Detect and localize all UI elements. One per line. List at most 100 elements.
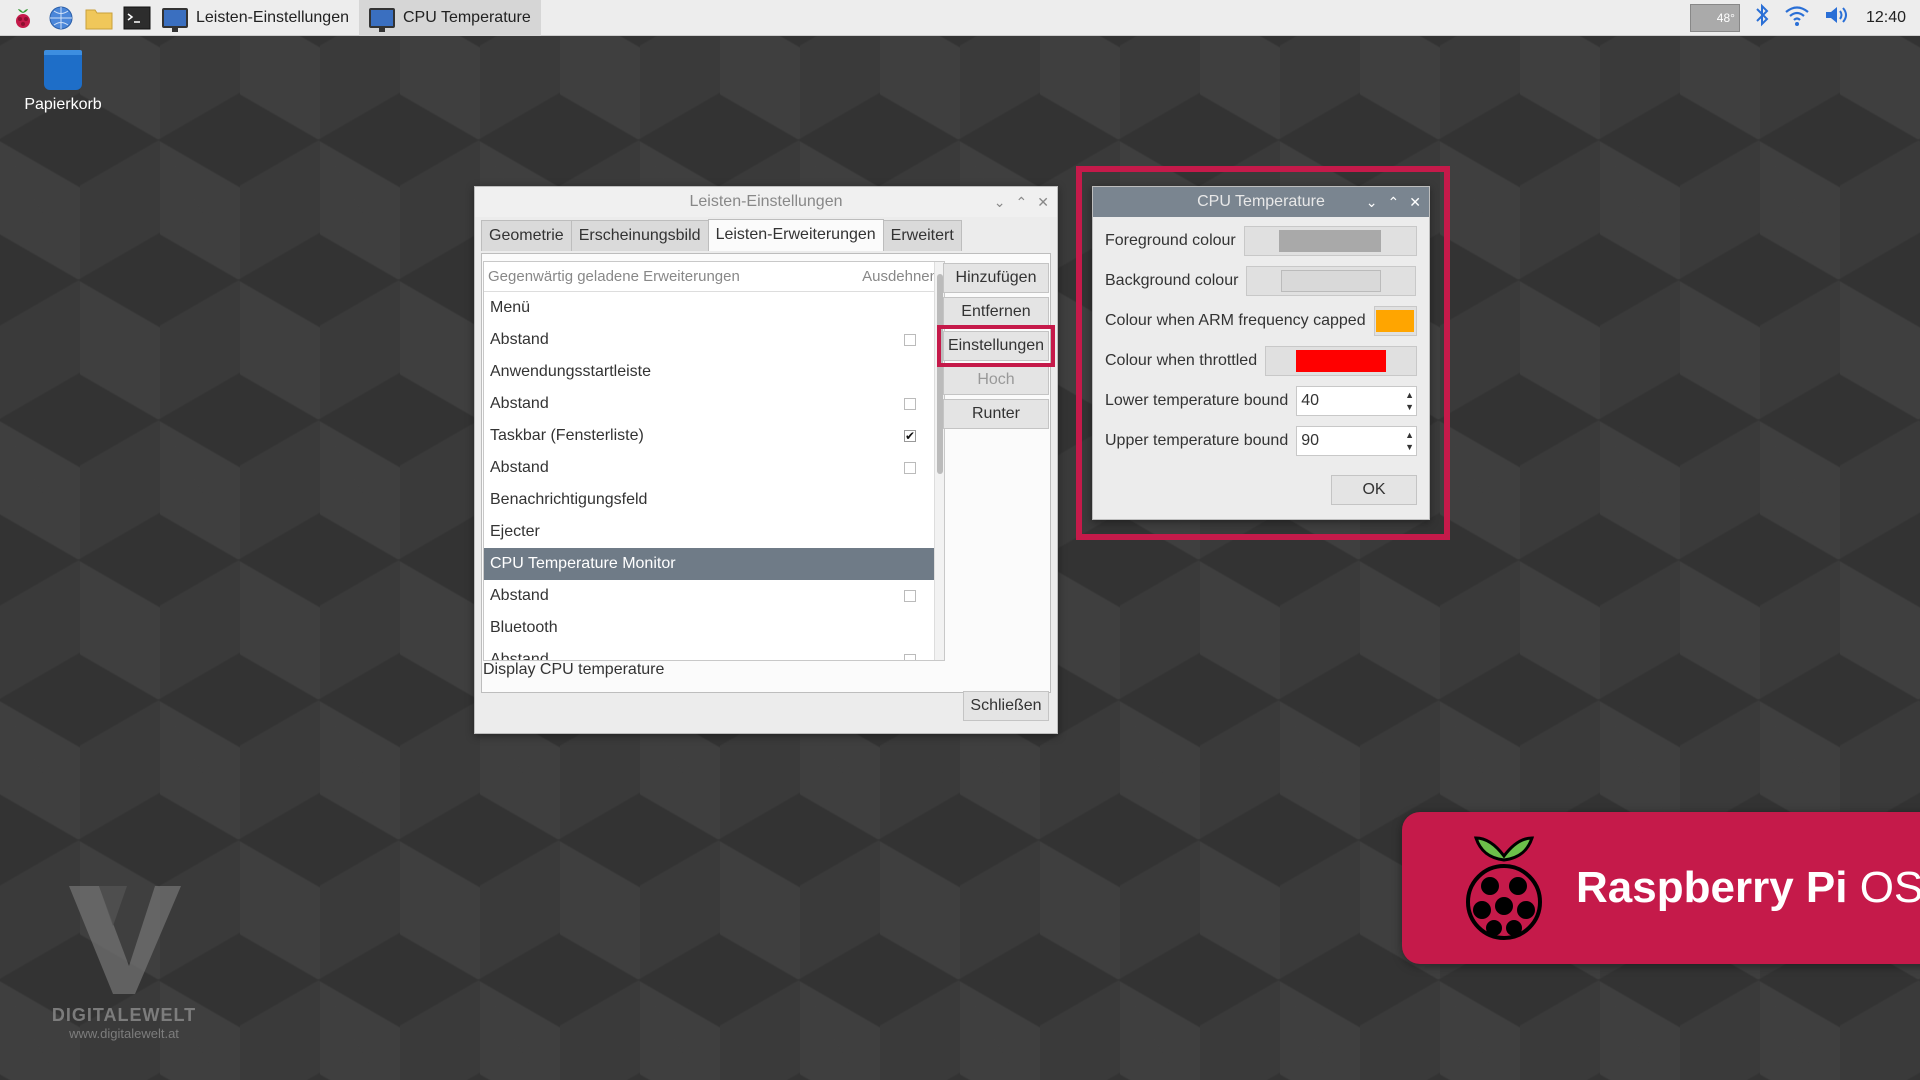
lower-bound-row: Lower temperature bound 40 ▲ ▼	[1093, 381, 1429, 421]
minimize-icon[interactable]: ⌄	[994, 194, 1006, 211]
lower-bound-value: 40	[1301, 392, 1320, 409]
window-title: Leisten-Einstellungen	[689, 193, 843, 210]
file-manager-icon[interactable]	[84, 3, 114, 33]
upper-bound-label: Upper temperature bound	[1105, 432, 1289, 449]
list-item-label: Abstand	[490, 587, 549, 604]
foreground-colour-swatch	[1279, 230, 1382, 252]
tab-bar: Geometrie Erscheinungsbild Leisten-Erwei…	[475, 219, 1057, 251]
raspberry-pi-os-badge: Raspberry Pi OS	[1402, 812, 1920, 964]
spin-arrows-icon[interactable]: ▲ ▼	[1405, 389, 1414, 413]
foreground-colour-label: Foreground colour	[1105, 232, 1236, 249]
foreground-colour-row: Foreground colour	[1093, 221, 1429, 261]
checkbox-checked[interactable]: ✔	[904, 429, 916, 443]
list-item-label: Abstand	[490, 331, 549, 348]
settings-button[interactable]: Einstellungen	[937, 325, 1055, 367]
up-button[interactable]: Hoch	[943, 365, 1049, 395]
terminal-icon[interactable]	[122, 3, 152, 33]
task-cpu-temperature[interactable]: CPU Temperature	[359, 0, 541, 36]
tab-leisten-erweiterungen[interactable]: Leisten-Erweiterungen	[707, 219, 884, 251]
close-icon[interactable]: ✕	[1409, 194, 1421, 211]
foreground-colour-button[interactable]	[1243, 226, 1417, 256]
arm-capped-colour-swatch	[1376, 310, 1415, 332]
list-item[interactable]: Abstand	[484, 388, 944, 420]
throttled-colour-row: Colour when throttled	[1093, 341, 1429, 381]
spin-arrows-icon[interactable]: ▲ ▼	[1405, 429, 1414, 453]
list-item-label: Menü	[490, 299, 531, 316]
checkbox-unchecked[interactable]	[904, 334, 916, 346]
background-colour-button[interactable]	[1246, 266, 1417, 296]
task-leisten-einstellungen[interactable]: Leisten-Einstellungen	[152, 0, 359, 36]
maximize-icon[interactable]: ⌃	[1016, 194, 1028, 211]
raspberry-pi-logo-icon	[1466, 836, 1542, 940]
list-item[interactable]: Benachrichtigungsfeld	[484, 484, 944, 516]
checkbox-unchecked[interactable]	[904, 654, 916, 660]
panel-settings-window: Leisten-Einstellungen ⌄ ⌃ ✕ Geometrie Er…	[474, 186, 1058, 734]
arm-capped-colour-row: Colour when ARM frequency capped	[1093, 301, 1429, 341]
checkbox-unchecked[interactable]	[904, 398, 916, 410]
trash-label: Papierkorb	[24, 96, 102, 113]
tab-geometrie[interactable]: Geometrie	[481, 220, 572, 251]
list-item[interactable]: Abstand	[484, 580, 944, 612]
task-label: CPU Temperature	[403, 8, 531, 26]
digitalewelt-logo-icon	[69, 886, 181, 994]
list-item[interactable]: Menü	[484, 292, 944, 324]
clock[interactable]: 12:40	[1866, 9, 1906, 27]
minimize-icon[interactable]: ⌄	[1366, 194, 1378, 211]
list-item[interactable]: Bluetooth	[484, 612, 944, 644]
digitalewelt-watermark: DIGITALEWELT www.digitalewelt.at	[44, 880, 204, 1041]
add-button[interactable]: Hinzufügen	[943, 263, 1049, 293]
close-icon[interactable]: ✕	[1037, 194, 1049, 211]
list-item-label: Abstand	[490, 395, 549, 412]
cpu-temperature-indicator[interactable]: 48°	[1689, 3, 1740, 32]
list-item[interactable]: Ejecter	[484, 516, 944, 548]
wifi-icon[interactable]	[1784, 3, 1810, 32]
raspberry-pi-os-wordmark: Raspberry Pi OS	[1576, 863, 1920, 913]
upper-bound-spinner[interactable]: 90 ▲ ▼	[1296, 426, 1417, 456]
ok-button[interactable]: OK	[1331, 475, 1417, 505]
window-titlebar[interactable]: CPU Temperature ⌄ ⌃ ✕	[1093, 187, 1429, 217]
close-button[interactable]: Schließen	[963, 691, 1049, 721]
arm-capped-colour-label: Colour when ARM frequency capped	[1105, 312, 1366, 329]
list-item[interactable]: Abstand	[484, 452, 944, 484]
plugin-buttons: Hinzufügen Entfernen Einstellungen Hoch …	[937, 263, 1055, 433]
web-browser-icon[interactable]	[46, 3, 76, 33]
list-header-name: Gegenwärtig geladene Erweiterungen	[488, 268, 740, 285]
list-item-label: Abstand	[490, 459, 549, 476]
list-item-label: Taskbar (Fensterliste)	[490, 427, 644, 444]
checkbox-unchecked[interactable]	[904, 462, 916, 474]
remove-button[interactable]: Entfernen	[943, 297, 1049, 327]
tab-erscheinungsbild[interactable]: Erscheinungsbild	[570, 220, 709, 251]
taskbar: Leisten-Einstellungen CPU Temperature 48…	[0, 0, 1920, 36]
window-titlebar[interactable]: Leisten-Einstellungen ⌄ ⌃ ✕	[475, 187, 1057, 217]
list-item-label: Ejecter	[490, 523, 540, 540]
bluetooth-icon[interactable]	[1754, 2, 1770, 33]
list-item[interactable]: Abstand	[484, 644, 944, 660]
monitor-icon	[369, 7, 395, 32]
tab-erweitert[interactable]: Erweitert	[882, 220, 962, 251]
brand-bold: Raspberry Pi	[1576, 863, 1848, 912]
maximize-icon[interactable]: ⌃	[1388, 194, 1400, 211]
list-item[interactable]: CPU Temperature Monitor	[484, 548, 944, 580]
plugin-list: Gegenwärtig geladene Erweiterungen Ausde…	[483, 261, 945, 661]
trash-icon	[44, 50, 82, 90]
task-label: Leisten-Einstellungen	[196, 8, 349, 26]
checkbox-unchecked[interactable]	[904, 590, 916, 602]
list-item-label: Bluetooth	[490, 619, 558, 636]
list-item[interactable]: Anwendungsstartleiste	[484, 356, 944, 388]
raspberry-menu-icon[interactable]	[8, 3, 38, 33]
cpu-temp-value: 48°	[1716, 10, 1735, 25]
lower-bound-spinner[interactable]: 40 ▲ ▼	[1296, 386, 1417, 416]
throttled-colour-label: Colour when throttled	[1105, 352, 1258, 369]
arm-capped-colour-button[interactable]	[1373, 306, 1417, 336]
cpu-temperature-window: CPU Temperature ⌄ ⌃ ✕ Foreground colour …	[1092, 186, 1430, 520]
background-colour-swatch	[1281, 270, 1382, 292]
watermark-url: www.digitalewelt.at	[69, 1026, 179, 1041]
list-item[interactable]: Taskbar (Fensterliste) ✔	[484, 420, 944, 452]
desktop-trash[interactable]: Papierkorb	[18, 50, 108, 114]
down-button[interactable]: Runter	[943, 399, 1049, 429]
volume-icon[interactable]	[1824, 3, 1852, 32]
list-item[interactable]: Abstand	[484, 324, 944, 356]
throttled-colour-button[interactable]	[1265, 346, 1417, 376]
plugin-description: Display CPU temperature	[483, 661, 665, 678]
list-item-label: Benachrichtigungsfeld	[490, 491, 648, 508]
